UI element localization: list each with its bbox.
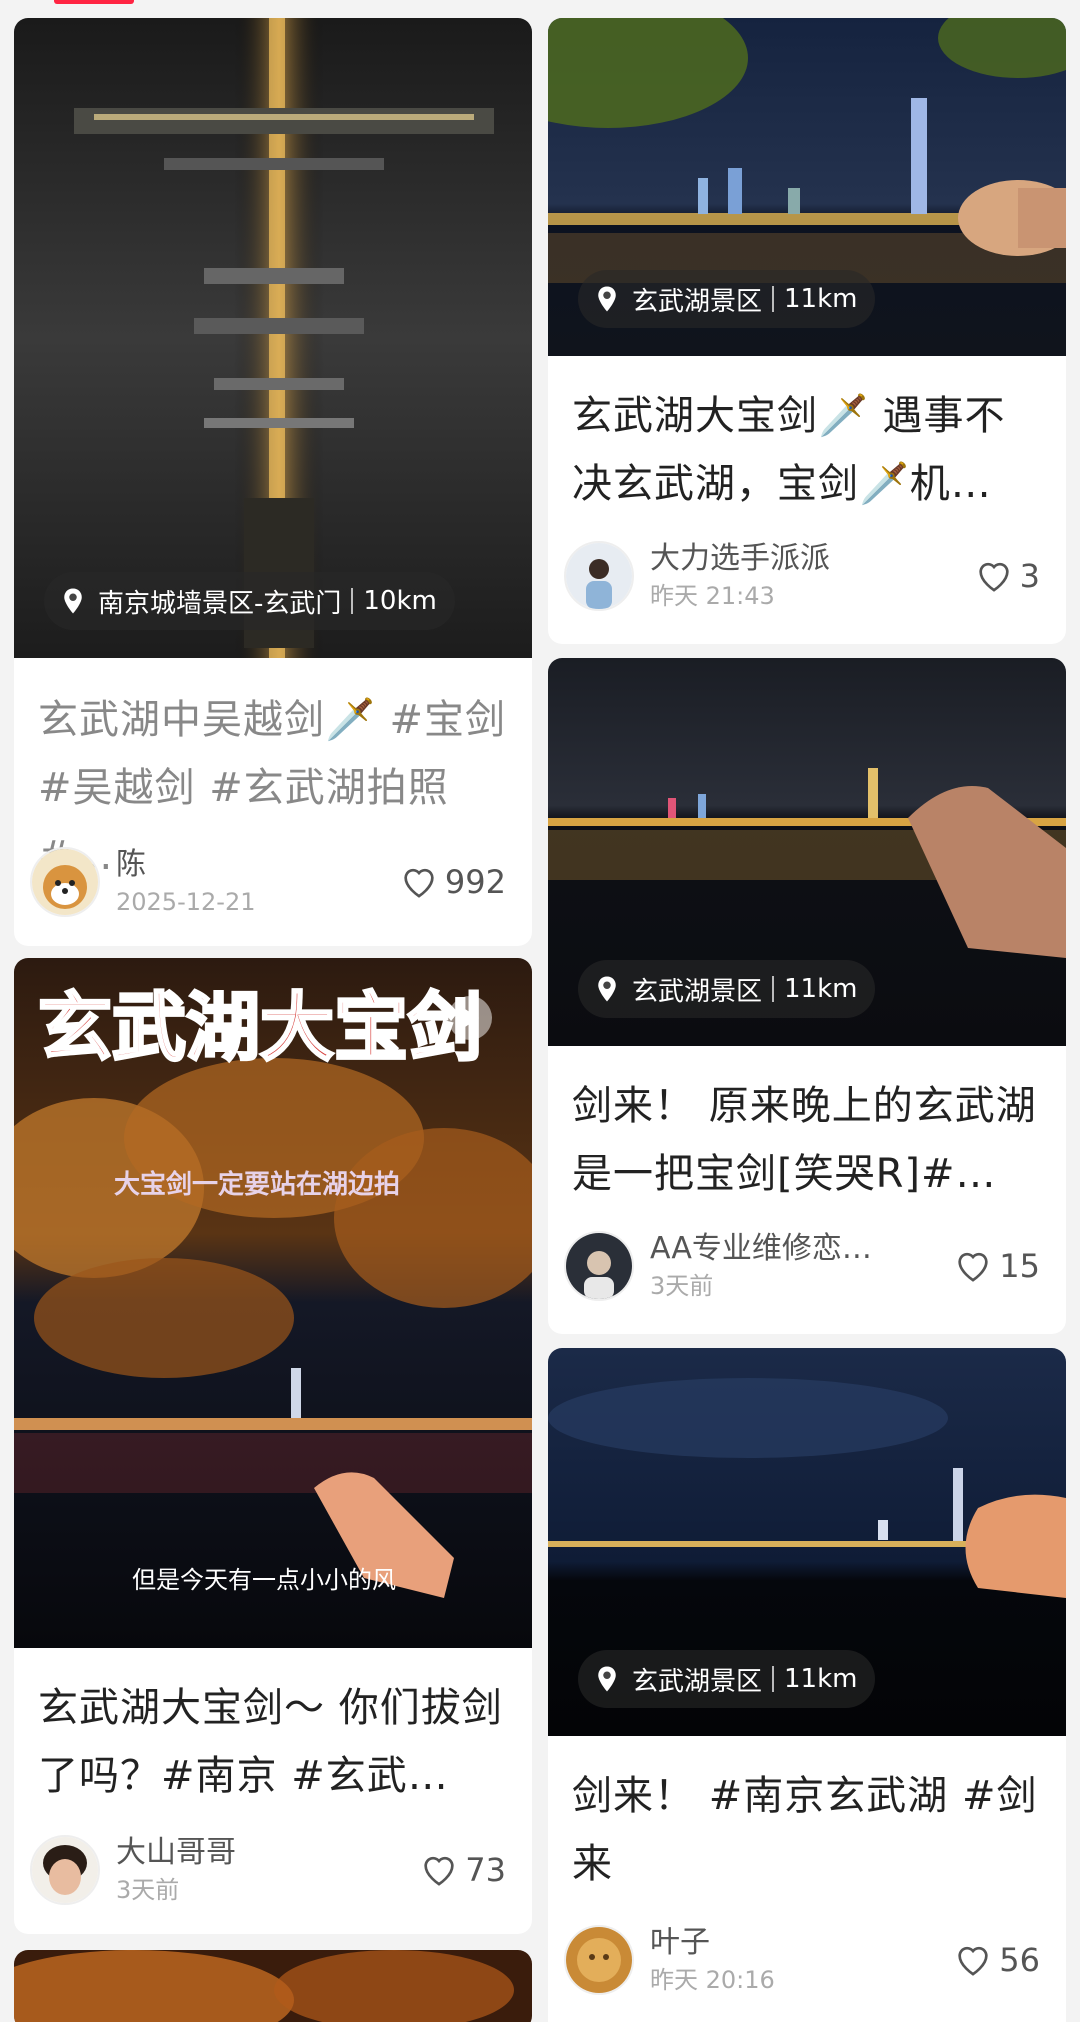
location-pin-icon — [598, 976, 616, 1002]
like-button[interactable]: 73 — [419, 1850, 506, 1890]
post-time: 2025-12-21 — [116, 888, 256, 916]
heart-outline-icon — [958, 1252, 988, 1282]
cover-subtitle: 大宝剑一定要站在湖边拍 — [114, 1169, 400, 1200]
cover-headline: 玄武湖大宝剑 — [38, 985, 482, 1071]
note-card[interactable] — [14, 1950, 532, 2022]
author-name[interactable]: AA专业维修恋… — [650, 1229, 953, 1269]
location-tag[interactable]: 玄武湖景区 11km — [578, 960, 876, 1018]
location-name: 玄武湖景区 — [632, 286, 763, 317]
heart-outline-icon — [958, 1946, 988, 1976]
avatar[interactable] — [30, 1835, 100, 1905]
author-name[interactable]: 叶子 — [650, 1923, 953, 1963]
location-distance: 11km — [784, 284, 858, 314]
like-count: 56 — [999, 1941, 1040, 1979]
like-count: 3 — [1019, 557, 1040, 595]
location-pin-icon — [598, 1666, 616, 1692]
avatar[interactable] — [564, 1231, 634, 1301]
location-distance: 10km — [363, 586, 437, 616]
location-name: 南京城墙景区-玄武门 — [98, 588, 342, 619]
note-cover-image[interactable]: 南京城墙景区-玄武门 10km — [14, 18, 532, 658]
heart-outline-icon — [978, 562, 1009, 592]
note-card[interactable]: 南京城墙景区-玄武门 10km 玄武湖中吴越剑🗡️ #宝剑 #吴越剑 #玄武湖拍… — [14, 18, 532, 946]
divider — [772, 286, 775, 312]
like-button[interactable]: 15 — [953, 1246, 1040, 1286]
note-card[interactable]: 玄武湖景区 11km 剑来！ 原来晚上的玄武湖是一把宝剑[笑哭R]#… AA专业… — [548, 658, 1066, 1334]
author-name[interactable]: 大力选手派派 — [650, 539, 974, 579]
like-count: 15 — [999, 1247, 1040, 1285]
note-title[interactable]: 玄武湖大宝剑～ 你们拔剑了吗？#南京 #玄武… — [38, 1674, 508, 1810]
video-caption: 但是今天有一点小小的风 — [132, 1566, 396, 1594]
divider — [351, 588, 354, 614]
author-name[interactable]: 大山哥哥 — [116, 1833, 419, 1873]
like-button[interactable]: 992 — [399, 862, 506, 902]
like-button[interactable]: 56 — [953, 1940, 1040, 1980]
note-title[interactable]: 剑来！ 原来晚上的玄武湖是一把宝剑[笑哭R]#… — [572, 1072, 1042, 1208]
note-cover-image[interactable]: 玄武湖大宝剑 大宝剑一定要站在湖边拍 但是今天有一点小小的风 — [14, 958, 532, 1648]
author-row: 大力选手派派 昨天 21:43 3 — [564, 540, 1040, 612]
location-distance: 11km — [784, 974, 858, 1004]
note-cover-image[interactable]: 玄武湖景区 11km — [548, 18, 1066, 356]
like-count: 992 — [444, 863, 506, 901]
author-row: 叶子 昨天 20:16 56 — [564, 1924, 1040, 1996]
post-time: 昨天 20:16 — [650, 1966, 775, 1994]
location-name: 玄武湖景区 — [632, 1666, 763, 1697]
avatar[interactable] — [30, 847, 100, 917]
location-pin-icon — [64, 588, 82, 614]
author-row: AA专业维修恋… 3天前 15 — [564, 1230, 1040, 1302]
avatar[interactable] — [564, 541, 634, 611]
location-tag[interactable]: 玄武湖景区 11km — [578, 270, 876, 328]
post-time: 昨天 21:43 — [650, 582, 775, 610]
author-row: 陈 2025-12-21 992 — [30, 846, 506, 918]
location-name: 玄武湖景区 — [632, 976, 763, 1007]
heart-outline-icon — [424, 1856, 454, 1886]
tab-indicator — [54, 0, 134, 4]
like-count: 73 — [465, 1851, 506, 1889]
divider — [772, 1666, 775, 1692]
play-icon[interactable] — [448, 996, 492, 1040]
avatar[interactable] — [564, 1925, 634, 1995]
post-time: 3天前 — [116, 1876, 180, 1904]
note-card[interactable]: 玄武湖景区 11km 玄武湖大宝剑🗡️ 遇事不决玄武湖，宝剑🗡️机… 大力选手派… — [548, 18, 1066, 644]
note-card[interactable]: 玄武湖景区 11km 剑来！ #南京玄武湖 #剑来 叶子 昨天 20:16 56 — [548, 1348, 1066, 2022]
note-title[interactable]: 剑来！ #南京玄武湖 #剑来 — [572, 1762, 1042, 1898]
post-time: 3天前 — [650, 1272, 714, 1300]
author-row: 大山哥哥 3天前 73 — [30, 1834, 506, 1906]
location-distance: 11km — [784, 1664, 858, 1694]
location-tag[interactable]: 玄武湖景区 11km — [578, 1650, 876, 1708]
like-button[interactable]: 3 — [974, 556, 1040, 596]
note-card[interactable]: 玄武湖大宝剑 大宝剑一定要站在湖边拍 但是今天有一点小小的风 玄武湖大宝剑～ 你… — [14, 958, 532, 1934]
author-name[interactable]: 陈 — [116, 845, 399, 885]
location-tag[interactable]: 南京城墙景区-玄武门 10km — [44, 572, 455, 630]
note-cover-image[interactable] — [14, 1950, 532, 2022]
note-cover-image[interactable]: 玄武湖景区 11km — [548, 658, 1066, 1046]
note-cover-image[interactable]: 玄武湖景区 11km — [548, 1348, 1066, 1736]
location-pin-icon — [598, 286, 616, 312]
heart-outline-icon — [404, 868, 434, 898]
divider — [772, 976, 775, 1002]
note-feed: 南京城墙景区-玄武门 10km 玄武湖中吴越剑🗡️ #宝剑 #吴越剑 #玄武湖拍… — [0, 0, 1080, 2022]
note-title[interactable]: 玄武湖大宝剑🗡️ 遇事不决玄武湖，宝剑🗡️机… — [572, 382, 1042, 518]
